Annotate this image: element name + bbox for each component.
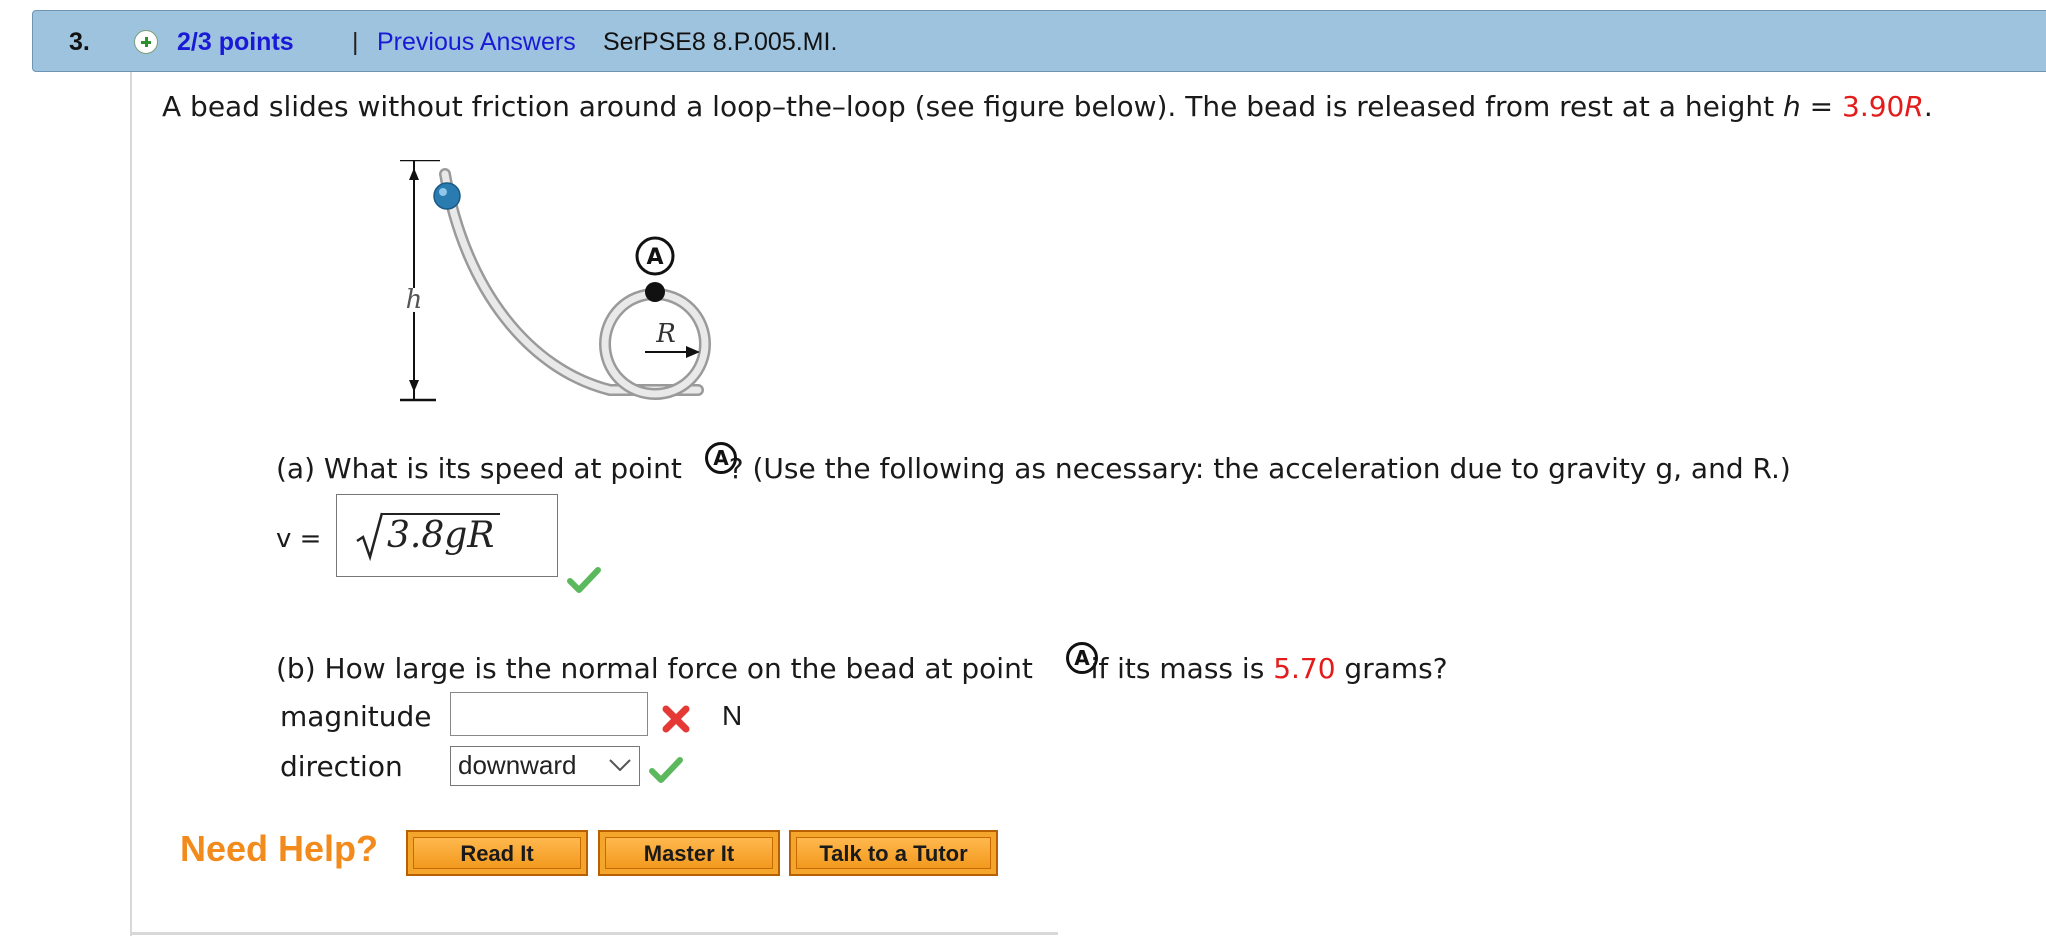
question-number: 3. xyxy=(69,28,90,56)
point-a-label: A xyxy=(646,245,663,270)
previous-answers-link[interactable]: Previous Answers xyxy=(377,11,576,73)
loop-the-loop-figure: h A R xyxy=(400,160,711,402)
header-separator: | xyxy=(352,28,359,56)
master-it-button[interactable]: Master It xyxy=(598,830,780,876)
unit-label: N xyxy=(722,700,743,731)
answer-v-value: 3.8gR xyxy=(387,515,495,556)
incorrect-x-icon xyxy=(662,705,690,733)
problem-statement: A bead slides without friction around a … xyxy=(162,90,1933,123)
magnitude-label: magnitude xyxy=(280,700,432,733)
read-it-button[interactable]: Read It xyxy=(406,830,588,876)
need-help-label: Need Help? xyxy=(180,828,379,869)
height-label: h xyxy=(406,285,423,315)
part-b-question: (b) How large is the normal force on the… xyxy=(276,652,1448,685)
bead xyxy=(433,182,461,210)
direction-label: direction xyxy=(280,750,403,783)
track xyxy=(441,170,702,394)
question-header: 3. 2/3 points | Previous Answers SerPSE8… xyxy=(32,10,2046,72)
direction-selected-value: downward xyxy=(458,750,577,780)
v-label: v = xyxy=(276,524,322,554)
divider xyxy=(130,932,1058,935)
point-a-symbol: A xyxy=(705,442,737,474)
part-a-question: (a) What is its speed at point ? (Use th… xyxy=(276,452,1791,485)
given-height-value: 3.90 xyxy=(1842,90,1905,123)
sqrt-icon xyxy=(356,512,384,561)
radius-label: R xyxy=(655,319,676,349)
given-mass-value: 5.70 xyxy=(1273,652,1336,685)
correct-check-icon xyxy=(567,567,601,593)
point-a-marker xyxy=(645,282,665,302)
direction-correct-check-icon xyxy=(649,757,683,783)
talk-to-tutor-button[interactable]: Talk to a Tutor xyxy=(789,830,998,876)
answer-v-field[interactable]: 3.8gR xyxy=(336,494,558,577)
point-a-symbol-b: A xyxy=(1066,642,1098,674)
chevron-down-icon xyxy=(609,759,631,771)
expand-plus-icon[interactable] xyxy=(134,30,158,54)
points-score: 2/3 points xyxy=(177,28,294,56)
question-id: SerPSE8 8.P.005.MI. xyxy=(603,28,838,56)
loop-track xyxy=(601,290,709,398)
magnitude-input[interactable] xyxy=(450,692,648,736)
direction-select[interactable]: downward xyxy=(450,746,640,786)
